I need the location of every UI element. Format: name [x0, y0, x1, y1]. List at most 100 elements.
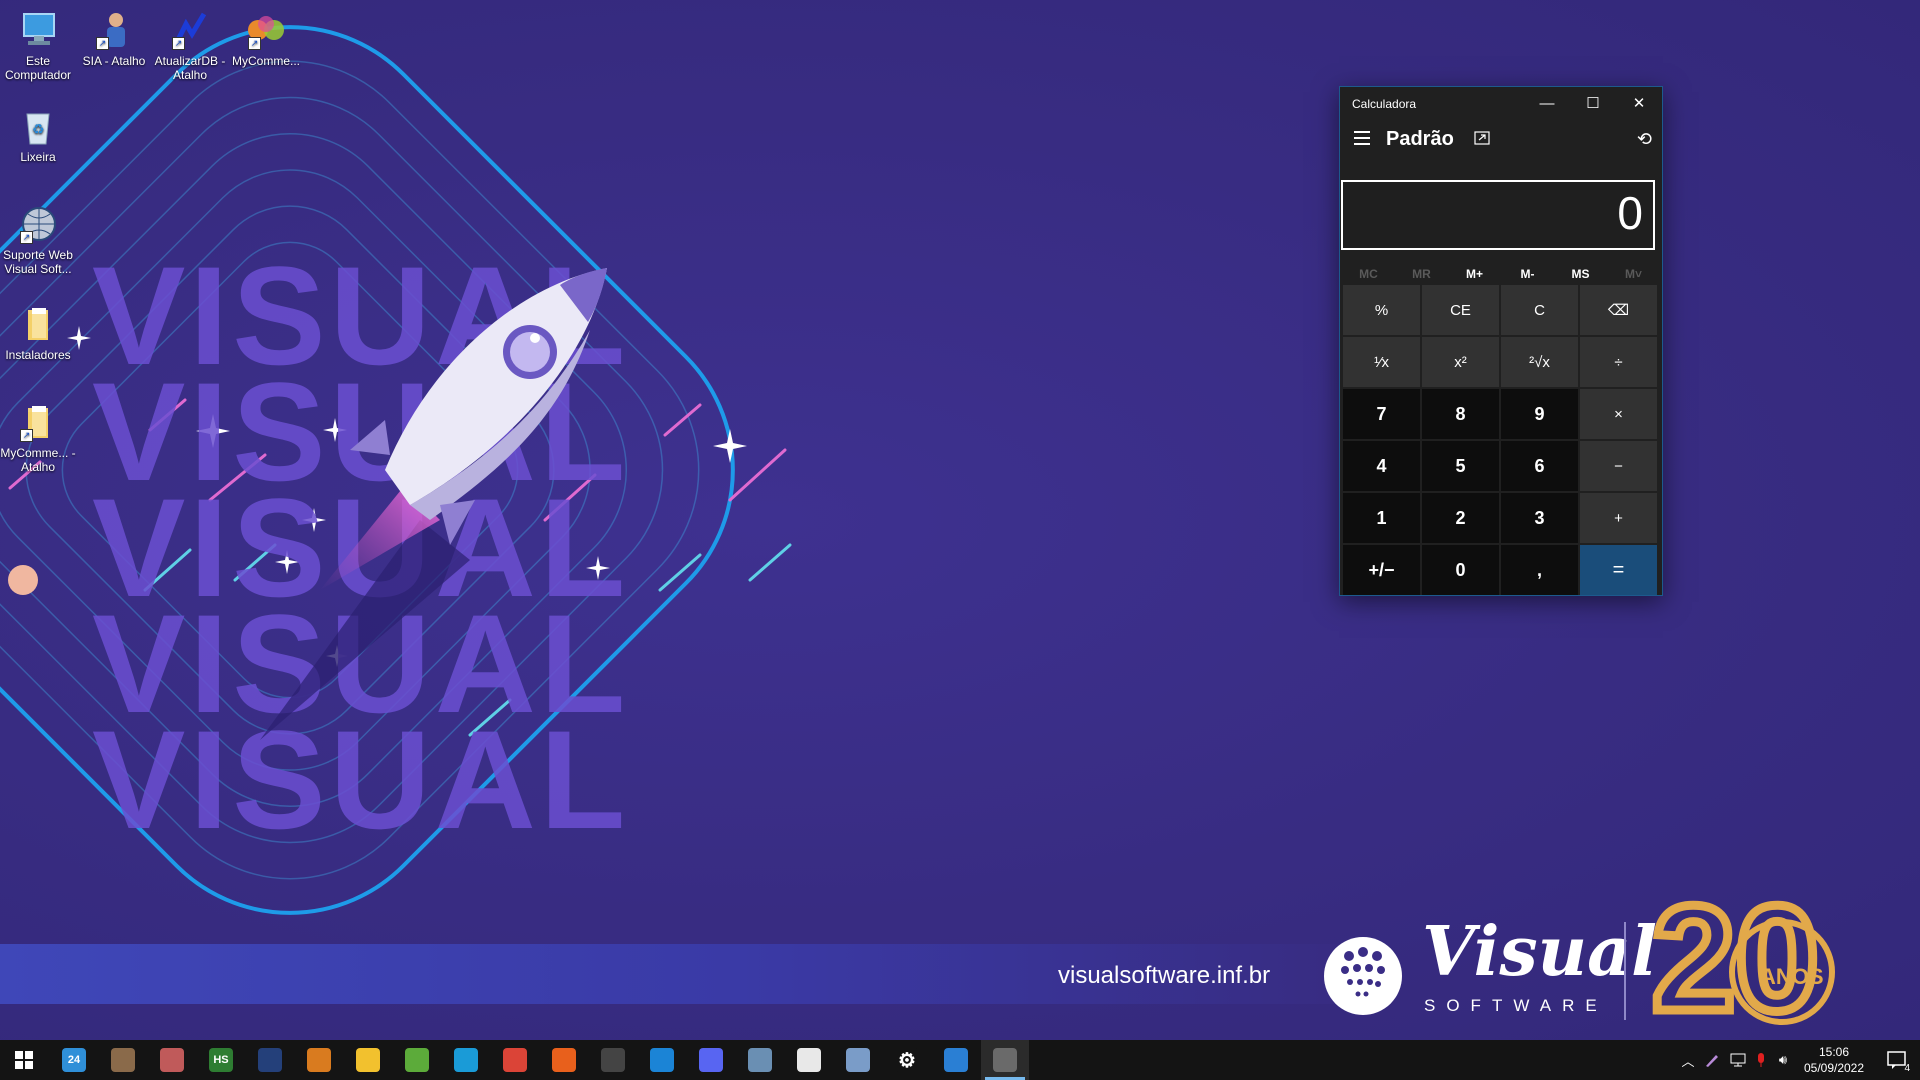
folder-shortcut-icon: ↗ — [18, 402, 58, 442]
mycommerce-icon: ↗ — [246, 10, 286, 50]
network-icon[interactable] — [1726, 1040, 1750, 1080]
backspace-button[interactable]: ⌫ — [1580, 285, 1657, 335]
taskbar-palette-app-button[interactable] — [834, 1040, 882, 1080]
calculator-keypad: % CE C ⌫ ¹⁄x x² ²√x ÷ 7 8 9 × 4 5 6− 1 2 3 + +/− 0, = — [1343, 285, 1659, 595]
digit-8-button[interactable]: 8 — [1422, 389, 1499, 439]
desktop-icon-label: Lixeira — [20, 150, 56, 164]
desktop-icon-label: Este Computador — [4, 54, 72, 82]
notification-center-button[interactable]: 4 — [1878, 1040, 1918, 1080]
minimize-button[interactable]: — — [1524, 87, 1570, 119]
taskbar: 24 HS ⚙ ︿ 🔊︎ 15:06 05/09/2022 4 — [0, 1040, 1920, 1080]
calculator-titlebar[interactable]: Calculadora — ☐ ✕ — [1340, 87, 1662, 121]
windows-logo-icon — [15, 1051, 33, 1069]
taskbar-discord-button[interactable] — [687, 1040, 735, 1080]
close-button[interactable]: ✕ — [1616, 87, 1662, 119]
digit-7-button[interactable]: 7 — [1343, 389, 1420, 439]
square-button[interactable]: x² — [1422, 337, 1499, 387]
chrome-browser-icon — [503, 1048, 527, 1072]
clear-entry-button[interactable]: CE — [1422, 285, 1499, 335]
desktop-icon-mycommerce-atalho[interactable]: ↗ MyComme... - Atalho — [0, 402, 76, 474]
edge-browser-icon — [454, 1048, 478, 1072]
clear-button[interactable]: C — [1501, 285, 1578, 335]
mycommerce-icon — [307, 1048, 331, 1072]
desktop-icon-atualizardb[interactable]: ↗ AtualizarDB - Atalho — [152, 10, 228, 82]
add-button[interactable]: + — [1580, 493, 1657, 543]
negate-button[interactable]: +/− — [1343, 545, 1420, 595]
tray-pen-icon[interactable] — [1700, 1040, 1724, 1080]
maximize-button[interactable]: ☐ — [1570, 87, 1616, 119]
discord-icon — [699, 1048, 723, 1072]
desktop-icon-sia-atalho[interactable]: ↗ SIA - Atalho — [76, 10, 152, 68]
taskbar-mycommerce-button[interactable] — [295, 1040, 343, 1080]
subtract-button[interactable]: − — [1580, 441, 1657, 491]
taskbar-file-explorer-button[interactable] — [344, 1040, 392, 1080]
percent-button[interactable]: % — [1343, 285, 1420, 335]
digit-9-button[interactable]: 9 — [1501, 389, 1578, 439]
taskbar-clock[interactable]: 15:06 05/09/2022 — [1794, 1044, 1874, 1076]
clock-time: 15:06 — [1818, 1045, 1850, 1059]
calculator-header: Padrão ⟲ — [1340, 121, 1662, 161]
show-hidden-icons-button[interactable]: ︿ — [1678, 1040, 1698, 1080]
taskbar-clock-app-button[interactable]: 24 — [50, 1040, 98, 1080]
desktop-icon-mycommerce[interactable]: ↗ MyComme... — [228, 10, 304, 68]
desktop-icon-label: AtualizarDB - Atalho — [154, 54, 226, 82]
clock-app-icon: 24 — [62, 1048, 86, 1072]
hs-app-icon: HS — [209, 1048, 233, 1072]
taskbar-firefox-browser-button[interactable] — [540, 1040, 588, 1080]
user-shortcut-icon: ↗ — [94, 10, 134, 50]
digit-6-button[interactable]: 6 — [1501, 441, 1578, 491]
taskbar-vscode-button[interactable] — [638, 1040, 686, 1080]
microphone-icon[interactable] — [1750, 1040, 1772, 1080]
computer-icon — [18, 10, 58, 50]
taskbar-atualizardb-button[interactable] — [246, 1040, 294, 1080]
keep-on-top-icon[interactable] — [1474, 131, 1490, 145]
taskbar-hs-app-button[interactable]: HS — [197, 1040, 245, 1080]
notepad-icon — [405, 1048, 429, 1072]
digit-4-button[interactable]: 4 — [1343, 441, 1420, 491]
shortcut-arrow-icon: ↗ — [20, 231, 33, 244]
divide-button[interactable]: ÷ — [1580, 337, 1657, 387]
digit-5-button[interactable]: 5 — [1422, 441, 1499, 491]
decimal-button[interactable]: , — [1501, 545, 1578, 595]
maximize-icon: ☐ — [1586, 95, 1600, 112]
history-icon[interactable]: ⟲ — [1637, 129, 1652, 150]
digit-0-button[interactable]: 0 — [1422, 545, 1499, 595]
volume-icon[interactable]: 🔊︎ — [1772, 1040, 1794, 1080]
desktop-icon-label: Suporte Web Visual Soft... — [3, 248, 73, 276]
desktop-icon-label: SIA - Atalho — [82, 54, 146, 68]
multiply-button[interactable]: × — [1580, 389, 1657, 439]
file-explorer-icon — [356, 1048, 380, 1072]
start-button[interactable] — [0, 1040, 48, 1080]
photos-app-icon — [944, 1048, 968, 1072]
taskbar-sia-user-button[interactable] — [99, 1040, 147, 1080]
digit-2-button[interactable]: 2 — [1422, 493, 1499, 543]
desktop-icon-instaladores[interactable]: Instaladores — [0, 304, 76, 362]
shortcut-arrow-icon: ↗ — [248, 37, 261, 50]
taskbar-notepad-button[interactable] — [393, 1040, 441, 1080]
svg-text:♻: ♻ — [32, 121, 45, 137]
desktop-icon-lixeira[interactable]: ♻ Lixeira — [0, 106, 76, 164]
taskbar-remote-desktop-button[interactable] — [736, 1040, 784, 1080]
taskbar-calculator-app-button[interactable] — [981, 1040, 1029, 1080]
taskbar-chrome-browser-button[interactable] — [491, 1040, 539, 1080]
taskbar-git-app-button[interactable] — [785, 1040, 833, 1080]
desktop-icon-label: MyComme... - Atalho — [0, 446, 76, 474]
desktop-icon-suporte-web[interactable]: ↗ Suporte Web Visual Soft... — [0, 204, 76, 276]
square-root-button[interactable]: ²√x — [1501, 337, 1578, 387]
taskbar-edge-browser-button[interactable] — [442, 1040, 490, 1080]
digit-3-button[interactable]: 3 — [1501, 493, 1578, 543]
navigation-menu-button[interactable] — [1348, 127, 1376, 155]
desktop-icon-este-computador[interactable]: Este Computador — [0, 10, 76, 82]
taskbar-settings-gear-button[interactable]: ⚙ — [883, 1040, 931, 1080]
taskbar-clapperboard-button[interactable] — [589, 1040, 637, 1080]
taskbar-paint-app-button[interactable] — [148, 1040, 196, 1080]
shortcut-arrow-icon: ↗ — [172, 37, 185, 50]
clapperboard-icon — [601, 1048, 625, 1072]
digit-1-button[interactable]: 1 — [1343, 493, 1420, 543]
desktop: VISUAL VISUAL VISUAL VISUAL VISUAL visua… — [0, 0, 1920, 1040]
equals-button[interactable]: = — [1580, 545, 1657, 595]
git-app-icon — [797, 1048, 821, 1072]
sia-user-icon — [111, 1048, 135, 1072]
taskbar-photos-app-button[interactable] — [932, 1040, 980, 1080]
reciprocal-button[interactable]: ¹⁄x — [1343, 337, 1420, 387]
